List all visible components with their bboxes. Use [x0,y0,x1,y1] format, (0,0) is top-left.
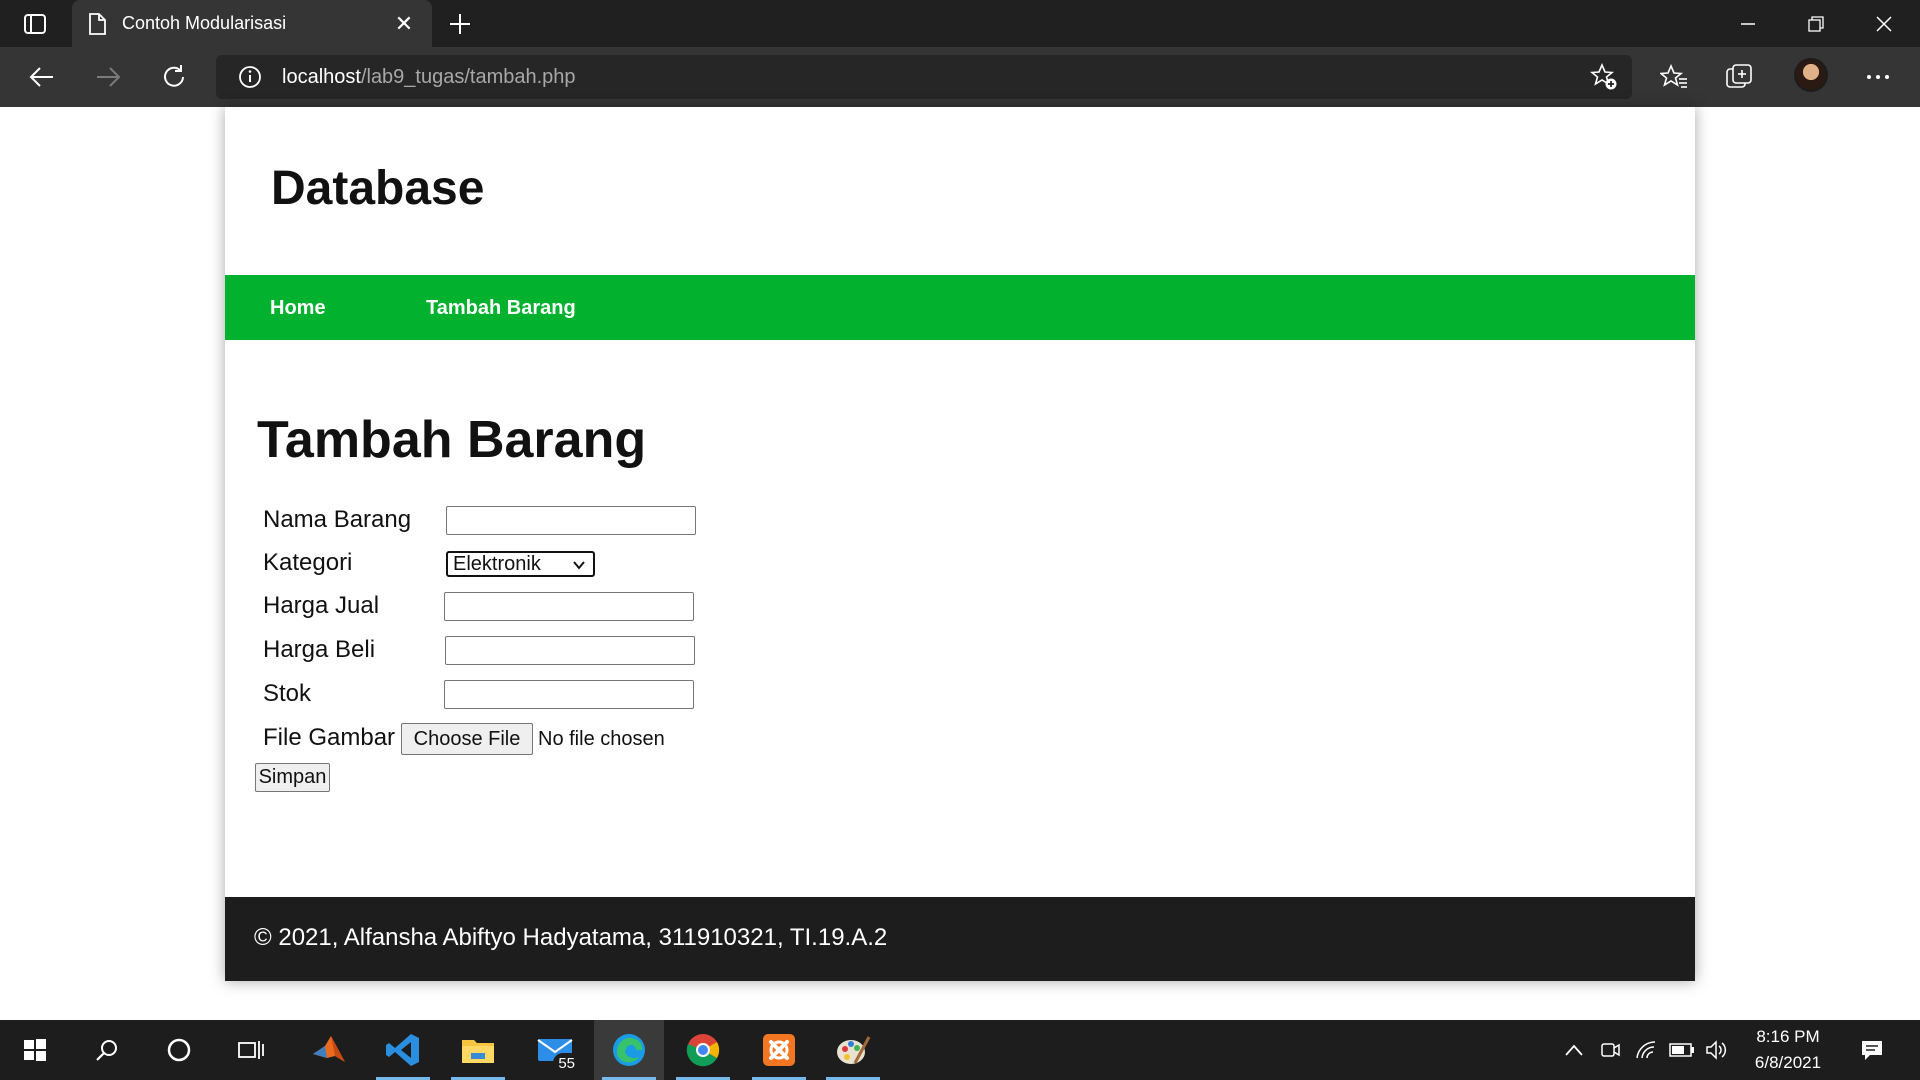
url-text[interactable]: localhost/lab9_tugas/tambah.php [282,66,576,89]
refresh-icon[interactable] [154,59,194,95]
volume-icon[interactable] [1704,1020,1728,1080]
cortana-icon[interactable] [144,1020,214,1080]
minimize-icon[interactable] [1714,0,1782,47]
address-bar[interactable]: localhost/lab9_tugas/tambah.php [216,55,1632,99]
settings-more-icon[interactable] [1861,61,1895,93]
browser-titlebar: Contoh Modularisasi ✕ [0,0,1920,47]
harga-jual-label: Harga Jual [263,592,380,619]
site-footer: © 2021, Alfansha Abiftyo Hadyatama, 3119… [225,897,1695,981]
nama-barang-input[interactable] [446,506,696,535]
meet-now-icon[interactable] [1598,1020,1622,1080]
page-heading: Tambah Barang [257,411,647,469]
back-icon[interactable] [22,59,62,95]
restore-icon[interactable] [1782,0,1850,47]
browser-toolbar: localhost/lab9_tugas/tambah.php [0,47,1920,107]
taskbar: 55 8:16 PM 6/8/2021 [0,1020,1920,1080]
harga-jual-input[interactable] [444,592,694,621]
forward-icon[interactable] [88,59,128,95]
close-window-icon[interactable] [1850,0,1918,47]
page-icon [88,12,108,35]
xampp-app-icon[interactable] [744,1020,814,1080]
network-icon[interactable] [1634,1020,1658,1080]
file-status-text: No file chosen [538,728,665,750]
tab-actions-icon[interactable] [18,10,52,38]
battery-icon[interactable] [1668,1020,1696,1080]
notification-icon[interactable] [1854,1020,1890,1080]
browser-tab[interactable]: Contoh Modularisasi ✕ [72,0,432,47]
chevron-down-icon [573,561,585,570]
url-host: localhost [282,65,361,88]
paint-app-icon[interactable] [818,1020,888,1080]
chrome-app-icon[interactable] [668,1020,738,1080]
file-explorer-icon[interactable] [443,1020,513,1080]
site-info-icon[interactable] [236,63,264,91]
edge-app-icon[interactable] [594,1020,664,1080]
site-header: Database [225,107,1695,275]
harga-beli-input[interactable] [445,636,695,665]
harga-beli-label: Harga Beli [263,636,376,663]
url-path: /lab9_tugas/tambah.php [360,65,576,88]
file-gambar-label: File Gambar [263,724,396,751]
footer-text: © 2021, Alfansha Abiftyo Hadyatama, 3119… [254,924,888,951]
system-clock[interactable]: 8:16 PM 6/8/2021 [1733,1024,1843,1076]
vscode-app-icon[interactable] [368,1020,438,1080]
kategori-select[interactable]: Elektronik [446,551,595,577]
clock-time: 8:16 PM [1756,1027,1820,1046]
add-favorite-icon[interactable] [1589,62,1618,91]
clock-date: 6/8/2021 [1754,1053,1822,1072]
main-nav: Home Tambah Barang [225,275,1695,340]
tray-chevron-up-icon[interactable] [1562,1020,1586,1080]
profile-avatar[interactable] [1794,58,1828,92]
new-tab-icon[interactable] [444,8,476,40]
matlab-app-icon[interactable] [294,1020,364,1080]
simpan-button[interactable]: Simpan [255,763,330,792]
mail-badge: 55 [553,1053,580,1074]
start-windows-icon[interactable] [0,1020,70,1080]
stok-input[interactable] [444,680,694,709]
page-viewport: Database Home Tambah Barang Tambah Baran… [0,107,1920,1020]
nav-link-home[interactable]: Home [270,297,326,320]
site-title: Database [271,162,485,215]
nama-barang-label: Nama Barang [263,506,412,533]
nav-link-tambah-barang[interactable]: Tambah Barang [426,297,576,320]
tab-close-icon[interactable]: ✕ [392,11,416,37]
stok-label: Stok [263,680,312,707]
tab-title: Contoh Modularisasi [122,13,287,33]
favorites-icon[interactable] [1657,61,1691,93]
kategori-selected-value: Elektronik [453,552,541,575]
choose-file-button[interactable]: Choose File [401,723,533,755]
kategori-label: Kategori [263,549,353,576]
search-icon[interactable] [72,1020,142,1080]
mail-app-icon[interactable]: 55 [520,1020,590,1080]
task-view-icon[interactable] [216,1020,286,1080]
collections-icon[interactable] [1722,61,1756,93]
page-container: Database Home Tambah Barang Tambah Baran… [225,107,1695,981]
